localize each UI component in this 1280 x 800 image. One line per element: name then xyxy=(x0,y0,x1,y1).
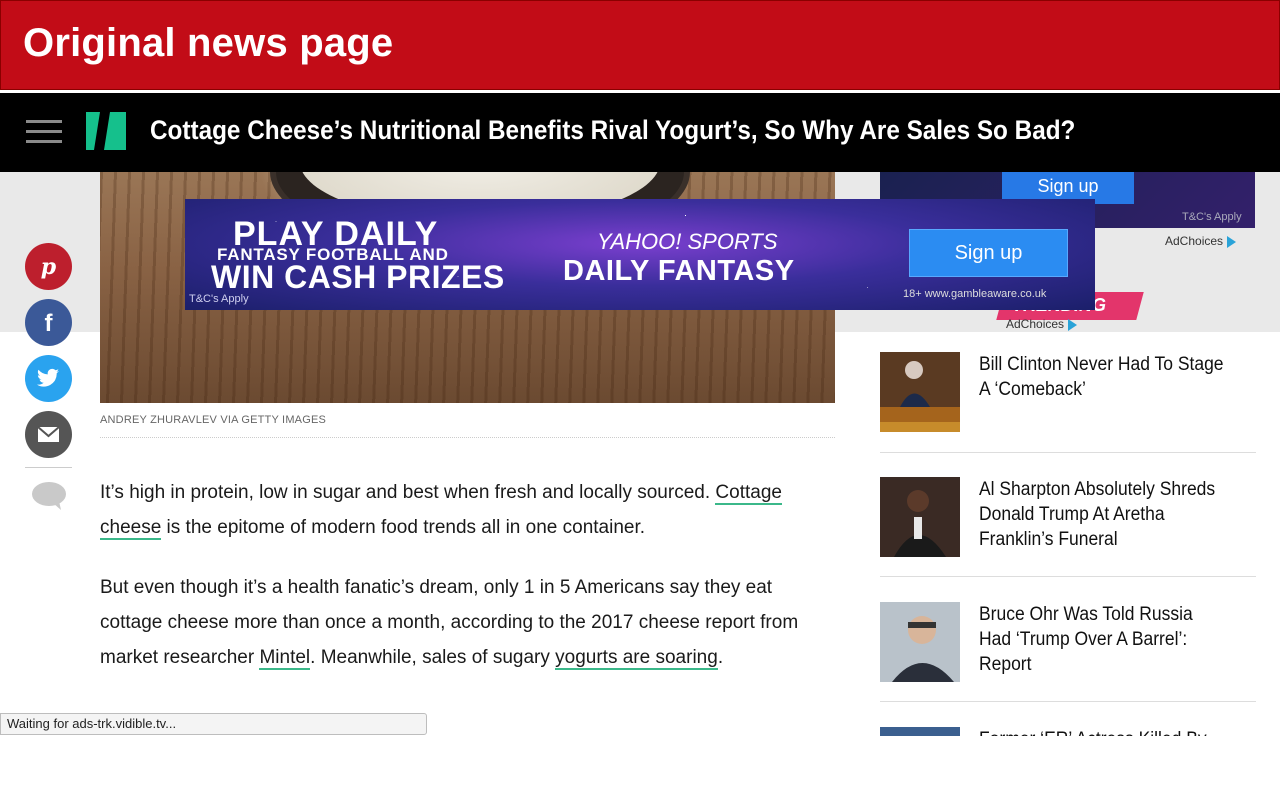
trending-thumbnail[interactable] xyxy=(880,352,960,432)
hamburger-menu-icon[interactable] xyxy=(26,120,62,144)
site-navbar: Cottage Cheese’s Nutritional Benefits Ri… xyxy=(0,93,1280,265)
adchoices-icon xyxy=(1227,235,1237,248)
facebook-share-button[interactable]: f xyxy=(25,299,72,346)
trending-item[interactable]: Former ‘ER’ Actress Killed By xyxy=(880,727,1256,736)
twitter-icon xyxy=(37,368,59,387)
trending-title[interactable]: Bruce Ohr Was Told Russia Had ‘Trump Ove… xyxy=(979,602,1227,677)
share-divider xyxy=(25,467,72,468)
photo-credit: ANDREY ZHURAVLEV VIA GETTY IMAGES xyxy=(100,414,327,426)
ad-top-terms: T&C's Apply xyxy=(1182,211,1242,223)
ad-brand-daily-fantasy: DAILY FANTASY xyxy=(563,255,795,287)
trending-title[interactable]: Al Sharpton Absolutely Shreds Donald Tru… xyxy=(979,477,1227,552)
adchoices-icon xyxy=(1068,318,1078,331)
trending-title[interactable]: Bill Clinton Never Had To Stage A ‘Comeb… xyxy=(979,352,1227,402)
article-paragraph-2: But even though it’s a health fanatic’s … xyxy=(100,570,835,675)
adchoices-label: AdChoices xyxy=(1006,317,1065,331)
site-logo[interactable] xyxy=(86,112,126,150)
pinterest-share-button[interactable]: p xyxy=(25,243,72,290)
ad-terms: T&C's Apply xyxy=(189,293,249,305)
trending-item[interactable]: Bruce Ohr Was Told Russia Had ‘Trump Ove… xyxy=(880,602,1256,712)
trending-divider xyxy=(880,452,1256,453)
page-banner: Original news page xyxy=(0,0,1280,90)
paragraph-text: is the epitome of modern food trends all… xyxy=(161,517,646,538)
pinterest-icon: p xyxy=(41,254,57,280)
paragraph-text: . xyxy=(717,647,724,668)
adchoices-link[interactable]: AdChoices xyxy=(1165,234,1237,248)
trending-divider xyxy=(880,701,1256,702)
twitter-share-button[interactable] xyxy=(25,355,72,402)
ad-brand-yahoo: YAHOO! SPORTS xyxy=(597,229,778,254)
ad-gambleaware: 18+ www.gambleaware.co.uk xyxy=(903,288,1047,300)
trending-item[interactable]: Al Sharpton Absolutely Shreds Donald Tru… xyxy=(880,477,1256,587)
ad-signup-button[interactable]: Sign up xyxy=(909,229,1068,277)
article-paragraph-1: It’s high in protein, low in sugar and b… xyxy=(100,475,835,545)
trending-title[interactable]: Former ‘ER’ Actress Killed By xyxy=(979,727,1227,736)
email-icon xyxy=(37,426,60,442)
trending-divider xyxy=(880,576,1256,577)
browser-status-bar: Waiting for ads-trk.vidible.tv... xyxy=(0,713,427,735)
trending-thumbnail[interactable] xyxy=(880,727,960,736)
adchoices-label: AdChoices xyxy=(1165,234,1224,248)
email-share-button[interactable] xyxy=(25,411,72,458)
paragraph-text: . Meanwhile, sales of sugary xyxy=(310,647,556,668)
trending-item[interactable]: Bill Clinton Never Had To Stage A ‘Comeb… xyxy=(880,352,1256,462)
ad-headline-3: WIN CASH PRIZES xyxy=(211,259,505,295)
banner-title: Original news page xyxy=(23,21,394,65)
adchoices-link-mid[interactable]: AdChoices xyxy=(1006,317,1078,331)
svg-text:p: p xyxy=(41,254,57,280)
caption-divider xyxy=(100,437,835,438)
comment-icon[interactable] xyxy=(31,481,67,511)
yahoo-fantasy-ad[interactable]: PLAY DAILY FANTASY FOOTBALL AND WIN CASH… xyxy=(185,199,1095,310)
svg-text:f: f xyxy=(45,310,54,337)
article-headline: Cottage Cheese’s Nutritional Benefits Ri… xyxy=(150,115,1076,145)
trending-thumbnail[interactable] xyxy=(880,477,960,557)
paragraph-text: It’s high in protein, low in sugar and b… xyxy=(100,482,716,503)
yogurts-link[interactable]: yogurts are soaring xyxy=(555,647,718,670)
facebook-icon: f xyxy=(45,310,54,337)
trending-thumbnail[interactable] xyxy=(880,602,960,682)
mintel-link[interactable]: Mintel xyxy=(259,647,311,670)
